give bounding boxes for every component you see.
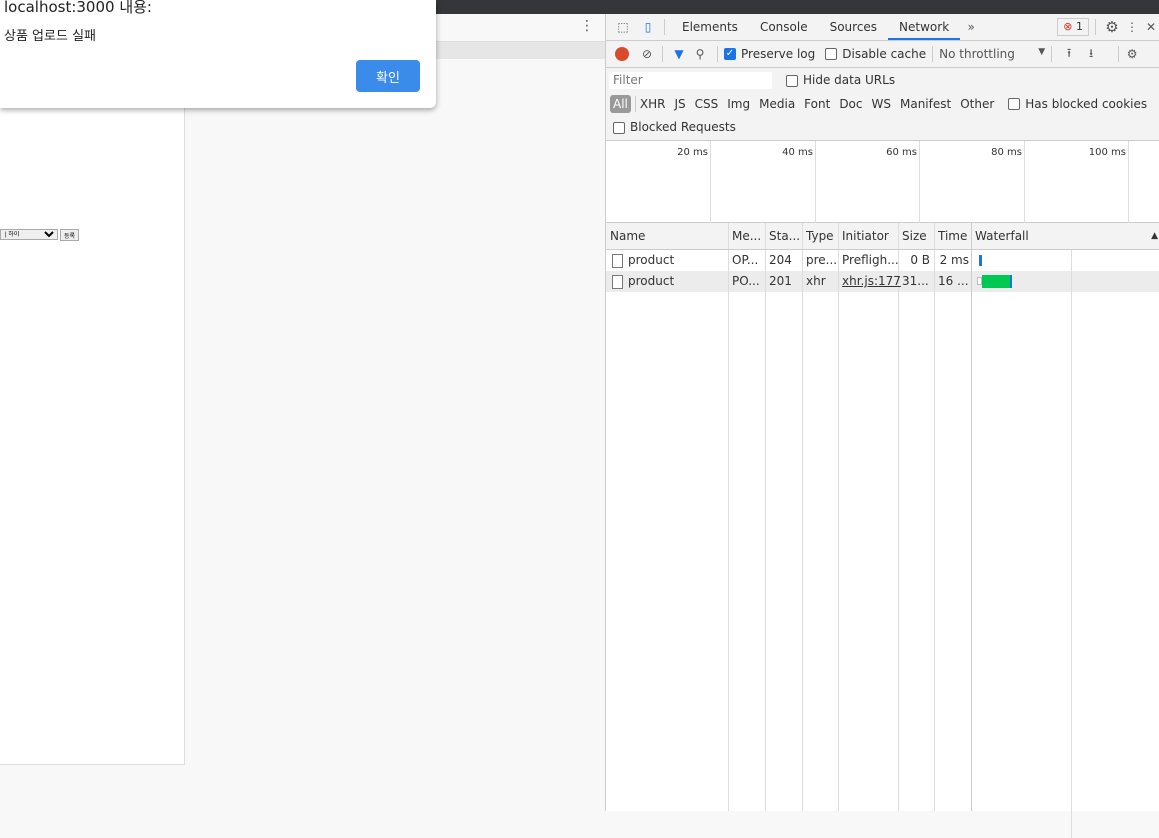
error-icon: ⊗ [1063, 20, 1073, 33]
request-time: 2 ms [939, 253, 969, 267]
tab-network[interactable]: Network [888, 14, 961, 40]
type-filter-doc[interactable]: Doc [839, 97, 862, 111]
hide-data-urls-checkbox[interactable] [786, 74, 798, 87]
tab-elements[interactable]: Elements [671, 14, 749, 40]
throttling-value: No throttling [939, 47, 1015, 61]
request-method: PO... [732, 274, 760, 288]
initiator-link[interactable]: xhr.js:177 [838, 271, 901, 292]
type-filter-other[interactable]: Other [960, 97, 994, 111]
table-row[interactable]: product OP... 204 pre... Prefligh... 0 B… [606, 250, 1159, 271]
page-content [0, 0, 185, 765]
preserve-log-checkbox[interactable]: ✓ [724, 48, 736, 60]
hide-data-urls-label: Hide data URLs [803, 73, 896, 87]
request-status: 204 [769, 253, 792, 267]
type-filter-all[interactable]: All [610, 95, 631, 113]
type-filter-js[interactable]: JS [674, 97, 685, 111]
request-type: xhr [806, 274, 826, 288]
type-filter-xhr[interactable]: XHR [640, 97, 666, 111]
record-icon[interactable] [615, 47, 629, 61]
ok-button[interactable]: 확인 [356, 60, 420, 92]
page-toolbar-strip [436, 41, 605, 59]
column-header-method[interactable]: Me... [728, 223, 765, 250]
request-size: 31... [902, 274, 929, 288]
request-size: 0 B [910, 253, 930, 267]
type-filter-media[interactable]: Media [759, 97, 795, 111]
tab-sources[interactable]: Sources [819, 14, 888, 40]
column-header-status[interactable]: Sta... [765, 223, 802, 250]
tab-console[interactable]: Console [749, 14, 819, 40]
type-filter-manifest[interactable]: Manifest [900, 97, 951, 111]
request-status: 201 [769, 274, 792, 288]
throttling-select[interactable]: No throttling ▼ [939, 47, 1045, 61]
more-tabs-icon[interactable]: » [960, 20, 982, 34]
inspect-element-icon[interactable]: ⬚ [608, 20, 638, 34]
request-name: product [628, 274, 675, 288]
import-har-icon[interactable]: ⭱ [1058, 44, 1080, 65]
kebab-menu-icon[interactable]: ⋮ [1122, 20, 1142, 34]
timeline-tick: 100 ms [1088, 147, 1126, 158]
filter-bar: Filter Hide data URLs All XHR JS CSS Img… [606, 68, 1159, 141]
type-filter-img[interactable]: Img [727, 97, 750, 111]
dialog-message: 상품 업로드 실패 [4, 29, 96, 44]
timeline-tick: 40 ms [782, 147, 813, 158]
has-blocked-cookies-label: Has blocked cookies [1025, 97, 1148, 111]
error-badge[interactable]: ⊗ 1 [1057, 18, 1089, 36]
alert-dialog: localhost:3000 내용: 상품 업로드 실패 확인 [0, 0, 436, 108]
column-header-size[interactable]: Size [898, 223, 934, 250]
filter-input[interactable]: Filter [609, 72, 772, 89]
type-filter-css[interactable]: CSS [695, 97, 719, 111]
waterfall-bar [979, 255, 982, 266]
error-count: 1 [1076, 20, 1083, 33]
request-method: OP... [732, 253, 759, 267]
devtools-tabbar: ⬚ ▯ Elements Console Sources Network » ⊗… [606, 14, 1159, 41]
waterfall-label: Waterfall [975, 229, 1029, 243]
column-header-time[interactable]: Time [934, 223, 971, 250]
more-icon[interactable]: ⋮ [580, 18, 594, 34]
request-name: product [628, 253, 675, 267]
product-form: | 하이 등록 [0, 229, 80, 241]
devtools-panel: ⬚ ▯ Elements Console Sources Network » ⊗… [605, 14, 1159, 838]
type-filter-font[interactable]: Font [804, 97, 830, 111]
column-header-name[interactable]: Name [606, 223, 728, 250]
column-header-type[interactable]: Type [802, 223, 838, 250]
has-blocked-cookies-checkbox[interactable] [1008, 98, 1021, 110]
clear-icon[interactable]: ⊘ [638, 47, 656, 61]
column-header-initiator[interactable]: Initiator [838, 223, 898, 250]
waterfall-bar [982, 275, 1012, 288]
blocked-requests-checkbox[interactable] [613, 121, 625, 134]
file-icon [612, 253, 623, 268]
dialog-title: localhost:3000 내용: [4, 0, 152, 16]
column-header-waterfall[interactable]: Waterfall ▲ [971, 223, 1159, 250]
type-filter-ws[interactable]: WS [872, 97, 891, 111]
timeline-tick: 80 ms [991, 147, 1022, 158]
network-settings-icon[interactable]: ⚙ [1125, 47, 1139, 61]
settings-icon[interactable]: ⚙ [1102, 18, 1122, 36]
disable-cache-checkbox[interactable] [825, 48, 838, 60]
timeline-tick: 20 ms [677, 147, 708, 158]
request-time: 16 ... [938, 274, 969, 288]
requests-table: Name Me... Sta... Type Initiator Size Ti… [606, 223, 1159, 838]
device-toggle-icon[interactable]: ▯ [638, 20, 658, 34]
filter-icon[interactable]: ▼ [669, 47, 689, 61]
timeline-tick: 60 ms [886, 147, 917, 158]
browser-top-bar [436, 0, 1159, 14]
request-initiator: Prefligh... [842, 253, 899, 267]
submit-button[interactable]: 등록 [60, 229, 80, 241]
network-toolbar: ⊘ ▼ ⚲ ✓ Preserve log Disable cache No thr… [606, 41, 1159, 68]
file-icon [612, 274, 623, 289]
search-icon[interactable]: ⚲ [689, 47, 711, 61]
preserve-log-label: Preserve log [741, 47, 816, 61]
category-select[interactable]: | 하이 [0, 229, 58, 240]
export-har-icon[interactable]: ⭳ [1080, 44, 1102, 65]
close-icon[interactable]: ✕ [1142, 20, 1159, 34]
dropdown-arrow-icon: ▼ [1038, 47, 1046, 57]
request-type: pre... [806, 253, 838, 267]
blocked-requests-label: Blocked Requests [630, 120, 736, 134]
table-row[interactable]: product PO... 201 xhr xhr.js:177 31... 1… [606, 271, 1159, 292]
sort-asc-icon: ▲ [1151, 231, 1158, 241]
disable-cache-label: Disable cache [842, 47, 927, 61]
timeline-overview[interactable]: 20 ms 40 ms 60 ms 80 ms 100 ms [606, 141, 1159, 223]
